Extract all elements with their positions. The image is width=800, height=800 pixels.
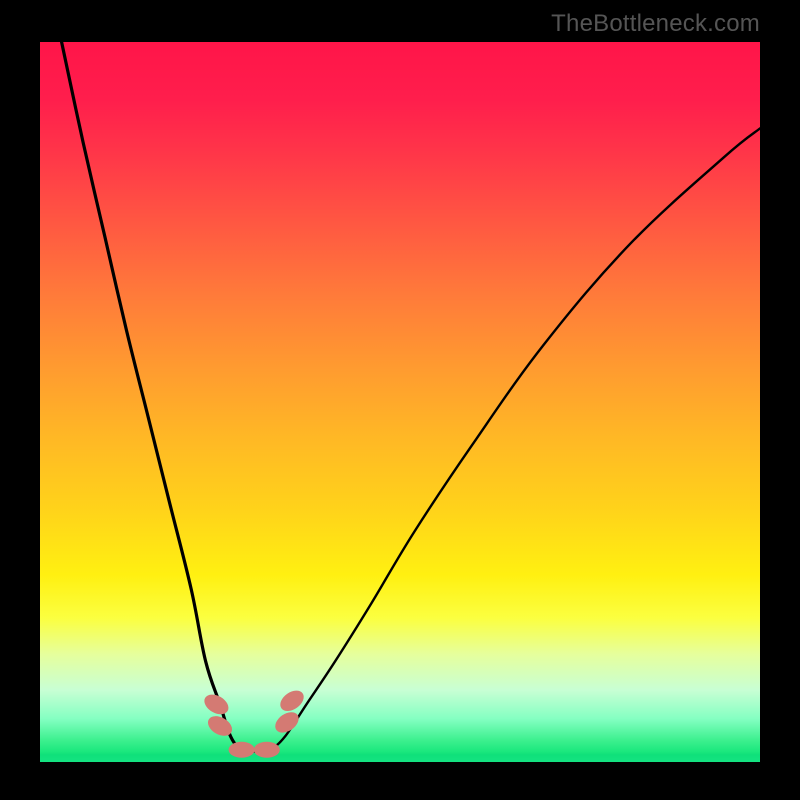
marker-cluster-min-right xyxy=(254,742,280,758)
curve-right-branch xyxy=(256,128,760,751)
chart-plot-area xyxy=(40,42,760,762)
curve-line xyxy=(62,42,760,751)
marker-cluster-min-left xyxy=(229,742,255,758)
curve-left-branch xyxy=(62,42,256,751)
outer-frame: TheBottleneck.com xyxy=(0,0,800,800)
marker-cluster xyxy=(201,686,308,757)
chart-svg xyxy=(40,42,760,762)
watermark-text: TheBottleneck.com xyxy=(551,10,760,38)
